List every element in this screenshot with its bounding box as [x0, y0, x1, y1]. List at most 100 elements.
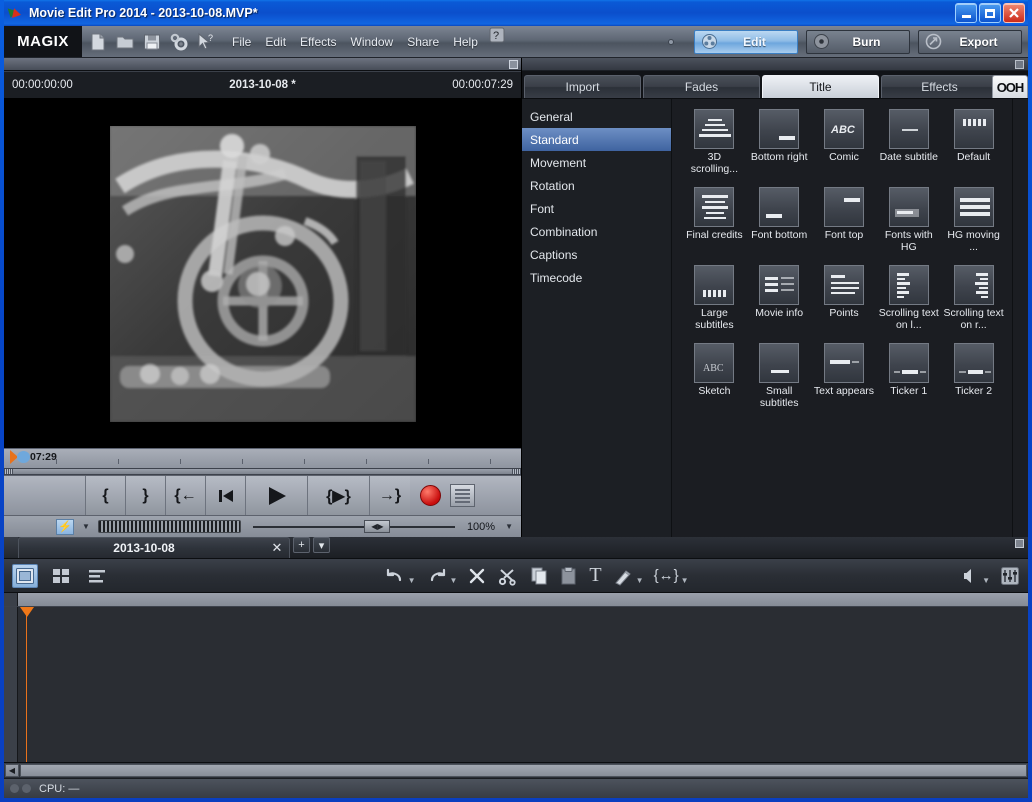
category-combination[interactable]: Combination — [522, 220, 671, 243]
magic-wand-dropdown-icon[interactable]: ▼ — [636, 576, 644, 589]
template-tile[interactable]: ABC Comic — [812, 109, 877, 187]
range-marker-icon[interactable] — [10, 450, 32, 464]
template-tile[interactable]: 3D scrolling... — [682, 109, 747, 187]
range-tool-button[interactable]: {↔} ▼ — [654, 563, 689, 589]
monitor-maximize-icon[interactable] — [509, 59, 518, 69]
tab-effects[interactable]: Effects — [881, 75, 998, 98]
minimize-button[interactable] — [955, 3, 977, 23]
category-general[interactable]: General — [522, 105, 671, 128]
scene-overview-button[interactable] — [84, 564, 110, 588]
mute-speaker-button[interactable]: ▼ — [962, 563, 990, 589]
timeline-maximize-icon[interactable] — [1015, 539, 1024, 548]
tab-import[interactable]: Import — [524, 75, 641, 98]
close-button[interactable] — [1003, 3, 1025, 23]
template-tile[interactable]: Movie info — [747, 265, 812, 343]
template-tile[interactable]: Date subtitle — [876, 109, 941, 187]
category-captions[interactable]: Captions — [522, 243, 671, 266]
template-tile[interactable]: Large subtitles — [682, 265, 747, 343]
play-button[interactable] — [246, 476, 308, 515]
add-tab-button[interactable]: + — [293, 537, 310, 553]
video-preview[interactable] — [4, 99, 521, 448]
mixer-button[interactable] — [1000, 563, 1020, 589]
mode-export-button[interactable]: Export — [918, 29, 1022, 54]
maximize-button[interactable] — [979, 3, 1001, 23]
copy-button[interactable] — [529, 563, 549, 589]
timeline-horizontal-scrollbar[interactable]: ◀ — [4, 762, 1028, 778]
magic-wand-button[interactable]: ▼ — [612, 563, 644, 589]
scroll-left-arrow-icon[interactable]: ◀ — [5, 764, 19, 777]
cut-button[interactable] — [497, 563, 519, 589]
timeline-tracks-area[interactable] — [4, 607, 1028, 762]
template-tile[interactable]: Small subtitles — [747, 343, 812, 421]
new-project-icon[interactable] — [88, 32, 108, 52]
menu-share[interactable]: Share — [407, 35, 439, 49]
template-tile[interactable]: Bottom right — [747, 109, 812, 187]
text-title-button[interactable]: T — [589, 563, 601, 589]
help-badge-icon[interactable]: ? — [488, 26, 508, 46]
tab-title[interactable]: Title — [762, 75, 879, 98]
jump-to-out-button[interactable]: →} — [370, 476, 410, 515]
category-rotation[interactable]: Rotation — [522, 174, 671, 197]
menu-edit[interactable]: Edit — [265, 35, 286, 49]
delete-button[interactable] — [467, 563, 487, 589]
menu-file[interactable]: File — [232, 35, 251, 49]
undo-dropdown-icon[interactable]: ▼ — [408, 576, 416, 589]
media-pool-maximize-icon[interactable] — [1015, 59, 1024, 69]
performance-bolt-icon[interactable]: ⚡ — [56, 518, 74, 535]
timeline-ruler[interactable] — [4, 593, 1028, 607]
settings-gear-icon[interactable] — [169, 32, 189, 52]
storyboard-view-button[interactable] — [48, 564, 74, 588]
jump-to-start-button[interactable] — [206, 476, 246, 515]
template-tile[interactable]: ABC Sketch — [682, 343, 747, 421]
playlist-button[interactable] — [450, 484, 475, 507]
help-pointer-icon[interactable]: ? — [196, 32, 216, 52]
tab-fades[interactable]: Fades — [643, 75, 760, 98]
template-tile[interactable]: HG moving ... — [941, 187, 1006, 265]
zoom-dropdown-icon[interactable]: ▼ — [505, 522, 513, 531]
template-tile[interactable]: Font top — [812, 187, 877, 265]
record-button[interactable] — [420, 485, 441, 506]
preview-zoom-slider[interactable]: ◀▶ — [249, 520, 459, 534]
bolt-dropdown-icon[interactable]: ▼ — [82, 522, 90, 531]
menu-effects[interactable]: Effects — [300, 35, 336, 49]
template-tile[interactable]: Font bottom — [747, 187, 812, 265]
range-tool-dropdown-icon[interactable]: ▼ — [681, 576, 689, 589]
mute-dropdown-icon[interactable]: ▼ — [982, 576, 990, 589]
menu-help[interactable]: Help — [453, 35, 478, 49]
template-tile[interactable]: Fonts with HG — [876, 187, 941, 265]
set-in-point-button[interactable]: { — [86, 476, 126, 515]
set-out-point-button[interactable]: } — [126, 476, 166, 515]
jog-shuttle-slider[interactable] — [97, 520, 241, 533]
template-tile[interactable]: Final credits — [682, 187, 747, 265]
close-tab-icon[interactable]: ✕ — [269, 540, 285, 556]
undo-button[interactable]: ▼ — [384, 563, 416, 589]
category-standard[interactable]: Standard — [522, 128, 671, 151]
redo-dropdown-icon[interactable]: ▼ — [450, 576, 458, 589]
template-tile[interactable]: Default — [941, 109, 1006, 187]
mode-edit-button[interactable]: Edit — [694, 29, 798, 54]
play-range-button[interactable]: {▶} — [308, 476, 370, 515]
menu-window[interactable]: Window — [351, 35, 394, 49]
tab-overflow-badge[interactable]: OOH — [992, 75, 1028, 98]
monitor-range-bar[interactable] — [4, 468, 521, 475]
mode-burn-button[interactable]: Burn — [806, 29, 910, 54]
media-pool-scrollbar[interactable] — [1012, 99, 1028, 537]
redo-button[interactable]: ▼ — [426, 563, 458, 589]
tab-dropdown-button[interactable]: ▾ — [313, 537, 330, 553]
monitor-scrubber[interactable]: 07:29 — [4, 448, 521, 468]
save-project-icon[interactable] — [142, 32, 162, 52]
zoom-slider-handle[interactable]: ◀▶ — [364, 520, 391, 533]
open-project-icon[interactable] — [115, 32, 135, 52]
template-tile[interactable]: Scrolling text on r... — [941, 265, 1006, 343]
jump-to-in-button[interactable]: {← — [166, 476, 206, 515]
template-tile[interactable]: Scrolling text on l... — [876, 265, 941, 343]
template-tile[interactable]: Ticker 2 — [941, 343, 1006, 421]
template-tile[interactable]: Points — [812, 265, 877, 343]
timeline-view-button[interactable] — [12, 563, 38, 588]
category-movement[interactable]: Movement — [522, 151, 671, 174]
scrollbar-thumb[interactable] — [20, 764, 1027, 777]
playhead-handle[interactable] — [20, 607, 34, 617]
category-font[interactable]: Font — [522, 197, 671, 220]
template-tile[interactable]: Ticker 1 — [876, 343, 941, 421]
timeline-project-tab[interactable]: 2013-10-08 ✕ — [18, 537, 290, 558]
